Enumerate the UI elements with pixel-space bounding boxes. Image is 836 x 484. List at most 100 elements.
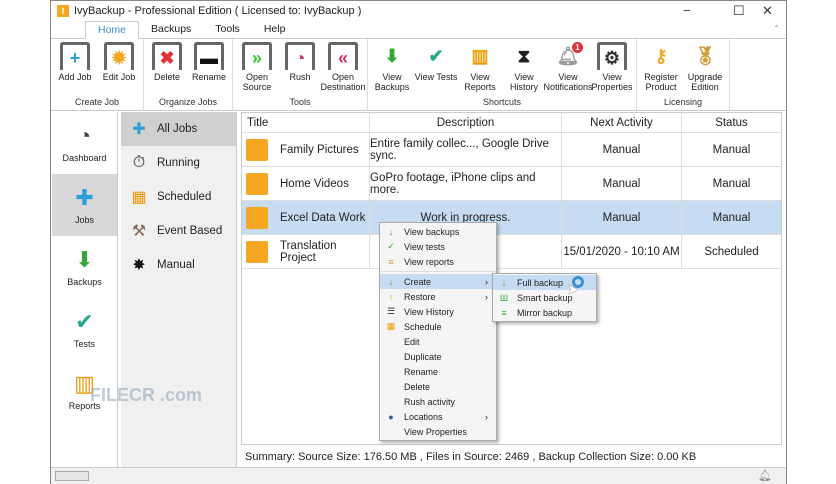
view-tests-button[interactable]: ✔ View Tests [414,39,458,97]
open-source-icon: » [242,42,272,70]
add-job-button[interactable]: + Add Job [53,39,97,97]
chevron-right-icon: › [485,411,488,422]
menu-item-label: Edit [404,336,420,347]
job-description: GoPro footage, iPhone clips and more. [370,167,562,200]
job-icon [246,206,268,229]
view-reports-button[interactable]: ▥ View Reports [458,39,502,97]
view-backups-button[interactable]: ⬇ View Backups [370,39,414,97]
menu-item-smart-backup[interactable]: Ш Smart backup [493,290,596,305]
button-label: Upgrade Edition [687,72,723,92]
view-history-button[interactable]: ⧗ View History [502,39,546,97]
nav-label: Tests [73,339,95,349]
upgrade-edition-button[interactable]: 🏅︎ Upgrade Edition [683,39,727,97]
menu-item-mirror-backup[interactable]: ≡ Mirror backup [493,305,596,320]
job-next-activity: Manual [562,201,682,234]
minimize-button[interactable]: − [683,3,691,18]
context-menu: ↓ View backups ✓ View tests ≡ View reports ↓ Cr… [379,222,497,441]
job-status: Manual [712,177,751,190]
group-label: Create Job [74,97,120,107]
close-button[interactable]: ✕ [762,3,773,19]
menu-item-delete[interactable]: Delete [380,379,496,394]
open-destination-button[interactable]: «Open Destination [321,39,366,97]
table-row[interactable]: Family Pictures Entire family collec..., … [242,133,781,167]
menu-item-create[interactable]: ↓ Create › [380,274,496,289]
menu-item-label: Create [404,276,432,287]
button-label: View Properties [591,72,633,92]
table-row[interactable]: Home Videos GoPro footage, iPhone clips a… [242,167,781,201]
open-destination-icon: « [328,42,358,70]
filter-label: Running [157,157,200,169]
view-backups-icon: ⬇ [384,46,400,66]
job-next-activity: Manual [562,167,682,200]
menu-item-view-history[interactable]: ☰ View History [380,304,496,319]
col-next-activity[interactable]: Next Activity [562,113,682,132]
delete-button[interactable]: ✖ Delete [146,39,188,97]
notification-bell-icon[interactable]: 🔔︎ [758,469,772,482]
title-bar: I IvyBackup - Professional Edition ( Lic… [51,1,786,21]
view-properties-button[interactable]: ⚙ View Properties [590,39,634,97]
nav-tests[interactable]: ✔ Tests [52,298,117,360]
nav-label: Jobs [74,215,94,225]
edit-job-button[interactable]: ✹ Edit Job [97,39,141,97]
group-label: Shortcuts [482,97,522,107]
rush-button[interactable]: ◔ Rush [279,39,321,97]
open-source-button[interactable]: » Open Source [235,39,279,97]
menu-item-label: View reports [404,256,454,267]
menu-item-view-tests[interactable]: ✓ View tests [380,239,496,254]
filter-manual[interactable]: ✸ Manual [121,248,236,282]
nav-label: Dashboard [62,153,107,163]
nav-dashboard[interactable]: ◔ Dashboard [52,112,117,174]
menu-item-icon: Ш [499,292,509,303]
nav-label: Backups [67,277,102,287]
notification-badge: 1 [572,42,583,53]
chevron-right-icon: › [485,291,488,302]
keys-icon: ⚷ [654,46,668,66]
view-notifications-button[interactable]: 🔔︎ 1 View Notifications [544,39,593,97]
menu-item-view-properties[interactable]: View Properties [380,424,496,439]
filter-event-based[interactable]: ⚒ Event Based [121,214,236,248]
col-description[interactable]: Description [370,113,562,132]
col-status[interactable]: Status [682,117,781,129]
collapse-ribbon-icon[interactable]: ⌃ [773,24,780,33]
job-title: Home Videos [280,177,349,190]
register-product-button[interactable]: ⚷ Register Product [639,39,683,97]
menu-item-label: Rename [404,366,439,377]
menu-item-view-reports[interactable]: ≡ View reports [380,254,496,269]
col-title[interactable]: Title [242,113,370,132]
mouse-cursor-icon: ➤ [567,281,579,297]
ribbon-group-tools: » Open Source ◔ Rush «Open Destination Tools [233,39,368,110]
menu-item-label: Mirror backup [517,307,573,318]
menu-item-duplicate[interactable]: Duplicate [380,349,496,364]
job-status: Scheduled [704,245,759,258]
table-row[interactable]: Excel Data Work Work in progress. Manual Ma… [242,201,781,235]
maximize-button[interactable]: ☐ [733,3,745,19]
menu-item-rename[interactable]: Rename [380,364,496,379]
tab-help[interactable]: Help [252,21,298,38]
menu-item-edit[interactable]: Edit [380,334,496,349]
filter-running[interactable]: ⏱ Running [121,146,236,180]
menu-item-label: Delete [404,381,431,392]
menu-item-icon: ☰ [386,306,396,316]
filter-label: Event Based [157,225,223,237]
filter-icon: ✸ [132,257,146,274]
button-label: Open Source [242,72,272,92]
rename-button[interactable]: ▬ Rename [188,39,230,97]
button-label: Delete [153,72,180,82]
menu-item-rush-activity[interactable]: Rush activity [380,394,496,409]
menu-item-locations[interactable]: ● Locations › [380,409,496,424]
ribbon: + Add Job ✹ Edit Job Create Job ✖ Delete ▬ Renam… [51,39,786,111]
menu-item-view-backups[interactable]: ↓ View backups [380,224,496,239]
nav-backups[interactable]: ⬇ Backups [52,236,117,298]
menu-item-restore[interactable]: ↑ Restore › [380,289,496,304]
menu-item-icon: ↓ [501,277,507,288]
tab-backups[interactable]: Backups [139,21,203,38]
menu-item-schedule[interactable]: ▦ Schedule [380,319,496,334]
filter-all-jobs[interactable]: ✚ All Jobs [121,112,236,146]
ribbon-group-shortcuts: ⬇ View Backups ✔ View Tests ▥ View Reports ⧗ Vi… [368,39,637,110]
table-row[interactable]: Translation Project...les.15/01/2020 - 1… [242,235,781,269]
menu-item-icon: ↓ [388,226,394,237]
tab-tools[interactable]: Tools [203,21,252,38]
filter-scheduled[interactable]: ▦ Scheduled [121,180,236,214]
tab-home[interactable]: Home [85,21,140,39]
nav-jobs[interactable]: ✚ Jobs [52,174,117,236]
